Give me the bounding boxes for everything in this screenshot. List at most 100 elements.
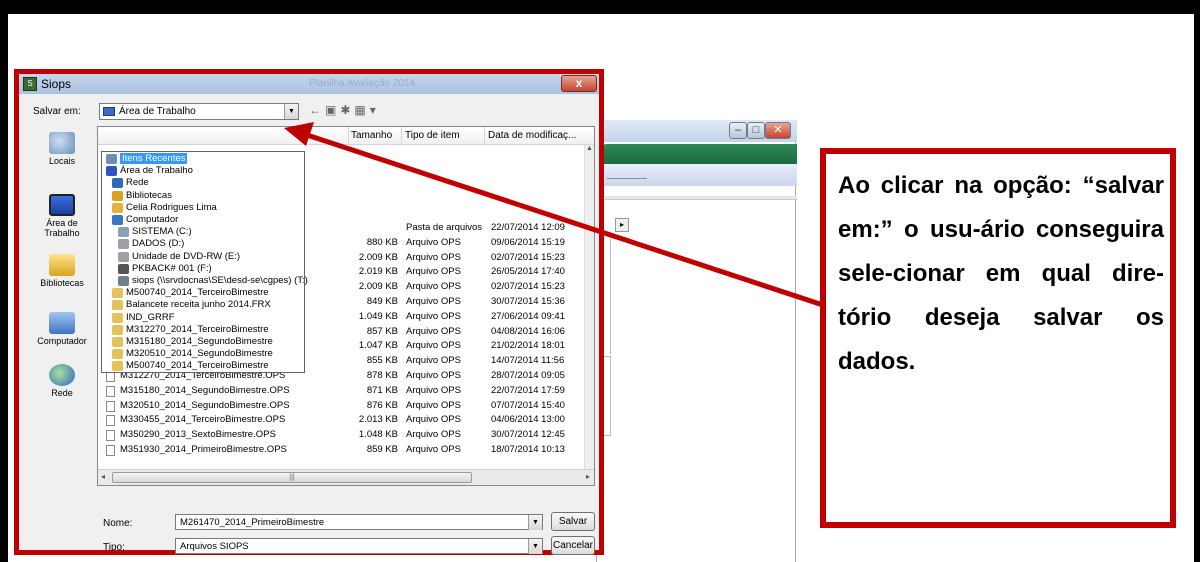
place-label: Área de Trabalho: [44, 218, 80, 238]
file-date-cell: 30/07/2014 12:45: [491, 429, 565, 441]
column-header-size[interactable]: Tamanho: [351, 130, 392, 141]
dropdown-item-label: M500740_2014_TerceiroBimestre: [126, 360, 269, 372]
file-type-cell: Arquivo OPS: [406, 251, 461, 263]
save-button[interactable]: Salvar: [551, 512, 595, 531]
table-row[interactable]: M330455_2014_TerceiroBimestre.OPS 2.013 K…: [98, 414, 584, 428]
file-date-cell: 07/07/2014 15:40: [491, 399, 565, 411]
dropdown-item-label: M312270_2014_TerceiroBimestre: [126, 323, 269, 335]
dropdown-item-label: IND_GRRF: [126, 311, 175, 323]
place-desktop[interactable]: Área de Trabalho: [31, 194, 93, 238]
dialog-close-button[interactable]: x: [561, 75, 597, 92]
recent-places-icon: [49, 132, 75, 154]
view-menu-icon[interactable]: ▦▾: [354, 103, 379, 117]
folder-icon: [112, 288, 123, 299]
maximize-icon[interactable]: □: [747, 122, 765, 139]
file-type-cell: Arquivo OPS: [406, 414, 461, 426]
callout-text: Ao clicar na opção: “salvar em:” o usu-á…: [838, 172, 1164, 375]
file-type-value: Arquivos SIOPS: [180, 541, 249, 552]
place-recent[interactable]: Locais: [31, 132, 93, 166]
file-type-cell: Arquivo OPS: [406, 296, 461, 307]
horizontal-scrollbar[interactable]: ◂ ||| ▸: [98, 469, 594, 485]
file-type-cell: Arquivo OPS: [406, 370, 461, 381]
file-date-cell: 22/07/2014 12:09: [491, 222, 565, 233]
dropdown-item-label: M500740_2014_TerceiroBimestre: [126, 287, 269, 299]
file-type-combo[interactable]: Arquivos SIOPS ▼: [175, 538, 543, 554]
recent-items-icon: [106, 154, 117, 164]
minimize-icon[interactable]: –: [729, 122, 747, 139]
table-row[interactable]: M350290_2013_SextoBimestre.OPS 1.048 KB Ar…: [98, 429, 584, 443]
screenshot-frame: – □ ✕ ▸ S Siops Planilha Avaliação 2014 …: [0, 0, 1200, 562]
file-icon: [106, 415, 115, 427]
file-name-label: Nome:: [103, 518, 133, 529]
column-header-type[interactable]: Tipo de item: [405, 130, 460, 141]
place-computer[interactable]: Computador: [31, 312, 93, 346]
table-row[interactable]: M315180_2014_SegundoBimestre.OPS 871 KB Ar…: [98, 385, 584, 399]
background-nav-band: [597, 164, 797, 186]
save-in-combo[interactable]: Área de Trabalho ▼: [99, 103, 299, 120]
folder-icon: [112, 337, 123, 347]
background-scroll-arrow-icon[interactable]: ▸: [615, 218, 629, 232]
back-icon[interactable]: ←: [309, 103, 325, 117]
background-toolbar: [597, 196, 797, 200]
file-name-value: M261470_2014_PrimeiroBimestre: [180, 517, 325, 528]
file-type-cell: Arquivo OPS: [406, 281, 461, 293]
file-name-cell: M320510_2014_SegundoBimestre.OPS: [120, 399, 290, 411]
save-in-value: Área de Trabalho: [119, 106, 196, 117]
scroll-left-icon[interactable]: ◂: [101, 472, 105, 481]
chevron-down-icon[interactable]: ▼: [528, 539, 542, 554]
up-folder-icon[interactable]: ▣: [325, 103, 340, 117]
usb-drive-icon: [118, 263, 129, 274]
drive-icon: [118, 239, 129, 250]
file-icon: [106, 445, 115, 456]
column-separator[interactable]: [484, 127, 485, 145]
dropdown-item-label: siops (\\srvdocnas\SE\desd-se\cgpes) (T:…: [132, 275, 308, 286]
file-date-cell: 22/07/2014 17:59: [491, 384, 565, 396]
column-header-date[interactable]: Data de modificaç...: [488, 130, 576, 141]
column-header-row: Tamanho Tipo de item Data de modificaç..…: [98, 127, 594, 145]
file-size-cell: 880 KB: [366, 236, 398, 248]
file-date-cell: 21/02/2014 18:01: [491, 340, 565, 352]
file-icon: [106, 385, 115, 397]
file-size-cell: 876 KB: [366, 399, 398, 411]
dropdown-item-label: Celia Rodrigues Lima: [126, 201, 217, 213]
file-date-cell: 04/08/2014 16:06: [491, 325, 565, 337]
place-label: Computador: [37, 336, 87, 346]
chevron-down-icon[interactable]: ▼: [528, 515, 542, 530]
background-divider: [607, 178, 647, 179]
file-icon: [106, 430, 115, 442]
scroll-up-icon[interactable]: ▲: [586, 145, 593, 152]
file-size-cell: 878 KB: [366, 370, 398, 381]
network-icon: [49, 364, 75, 386]
file-size-cell: 855 KB: [366, 355, 398, 367]
file-date-cell: 04/06/2014 13:00: [491, 414, 565, 426]
close-icon[interactable]: ✕: [765, 122, 791, 139]
dvd-drive-icon: [118, 251, 129, 262]
file-size-cell: 2.013 KB: [358, 414, 398, 426]
table-row[interactable]: M351930_2014_PrimeiroBimestre.OPS 859 KB A…: [98, 444, 584, 458]
place-libraries[interactable]: Bibliotecas: [31, 254, 93, 288]
chevron-down-icon[interactable]: ▼: [284, 104, 298, 119]
file-size-cell: 871 KB: [366, 384, 398, 396]
new-folder-icon[interactable]: ✱: [340, 103, 354, 117]
file-size-cell: 2.009 KB: [358, 251, 398, 263]
desktop-icon: [49, 194, 75, 216]
drive-icon: [118, 227, 129, 238]
siops-app-icon: S: [23, 77, 37, 91]
dropdown-item-label: SISTEMA (C:): [132, 226, 192, 238]
dropdown-item-label: DADOS (D:): [132, 238, 185, 250]
file-name-input[interactable]: M261470_2014_PrimeiroBimestre ▼: [175, 514, 543, 530]
background-window: – □ ✕ ▸: [596, 120, 797, 562]
cancel-button[interactable]: Cancelar: [551, 536, 595, 555]
save-in-label: Salvar em:: [33, 106, 81, 117]
scroll-right-icon[interactable]: ▸: [586, 472, 590, 481]
vertical-scrollbar[interactable]: ▲: [584, 145, 594, 469]
column-separator[interactable]: [348, 127, 349, 145]
column-separator[interactable]: [401, 127, 402, 145]
file-type-cell: Arquivo OPS: [406, 325, 461, 337]
file-size-cell: 1.047 KB: [358, 340, 398, 352]
file-date-cell: 27/06/2014 09:41: [491, 310, 565, 322]
table-row[interactable]: M320510_2014_SegundoBimestre.OPS 876 KB Ar…: [98, 400, 584, 414]
dialog-toolbar: ←▣✱▦▾: [309, 103, 380, 117]
place-network[interactable]: Rede: [31, 364, 93, 398]
scrollbar-thumb[interactable]: |||: [112, 472, 472, 483]
